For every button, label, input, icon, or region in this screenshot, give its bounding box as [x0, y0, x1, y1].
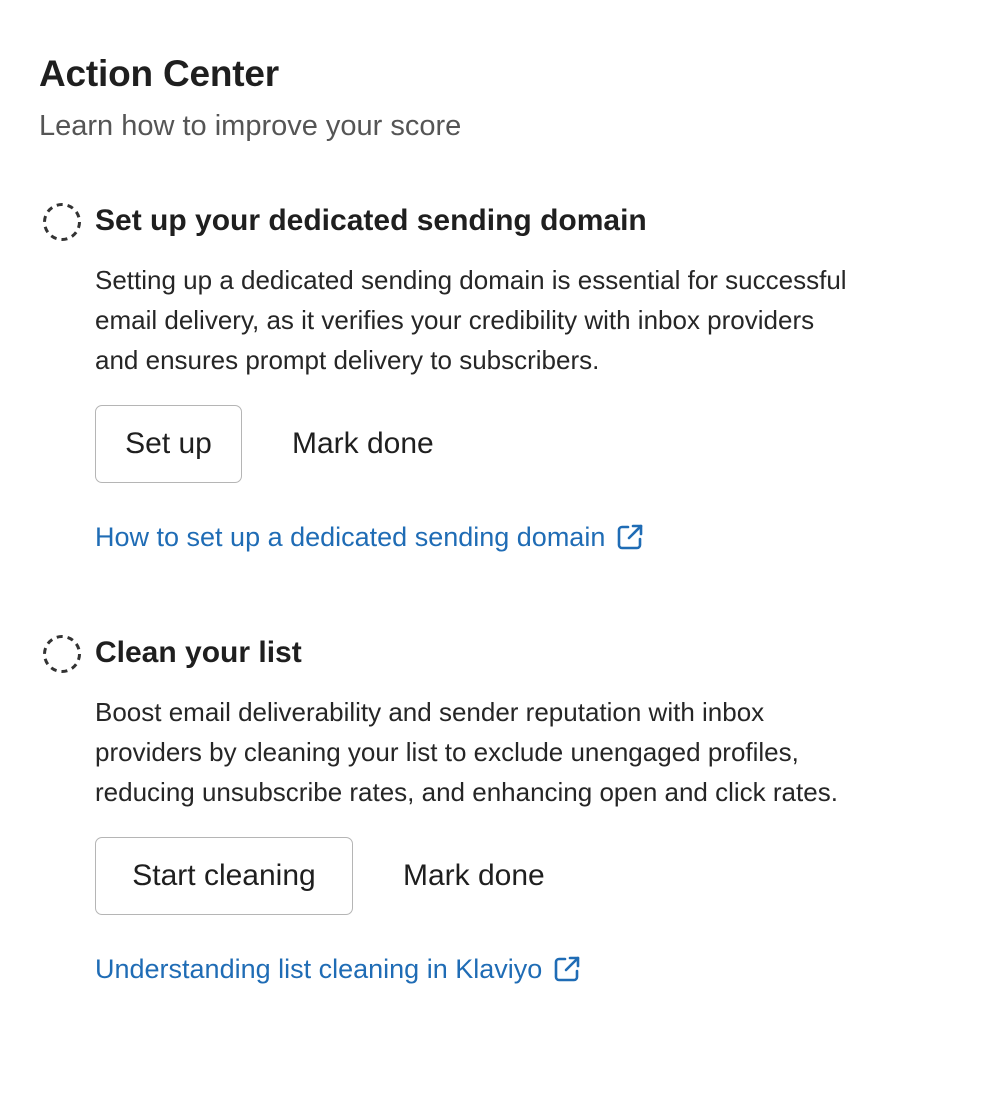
mark-done-button[interactable]: Mark done: [403, 837, 545, 915]
task-description: Setting up a dedicated sending domain is…: [95, 260, 955, 380]
task-description-line: and ensures prompt delivery to subscribe…: [95, 345, 600, 375]
task-title: Set up your dedicated sending domain: [95, 204, 647, 237]
task-description-line: Setting up a dedicated sending domain is…: [95, 265, 847, 295]
task-title: Clean your list: [95, 636, 302, 669]
external-link-icon: [618, 524, 643, 550]
dashed-circle-icon: [43, 203, 81, 241]
task-description-line: Boost email deliverability and sender re…: [95, 697, 765, 727]
task-description-line: email delivery, as it verifies your cred…: [95, 305, 815, 335]
dashed-circle-icon: [43, 635, 81, 673]
external-link-icon: [554, 956, 580, 982]
help-link-label: Understanding list cleaning in Klaviyo: [95, 954, 543, 984]
mark-done-button[interactable]: Mark done: [292, 405, 434, 483]
help-link-label: How to set up a dedicated sending domain: [95, 522, 606, 552]
task-description-line: reducing unsubscribe rates, and enhancin…: [95, 777, 838, 807]
task-description: Boost email deliverability and sender re…: [95, 692, 955, 812]
page-subtitle: Learn how to improve your score: [39, 110, 462, 142]
help-link-list-cleaning[interactable]: Understanding list cleaning in Klaviyo: [95, 949, 582, 989]
start-cleaning-button[interactable]: Start cleaning: [95, 837, 353, 915]
set-up-button[interactable]: Set up: [95, 405, 242, 483]
page-title: Action Center: [39, 53, 279, 94]
task-description-line: providers by cleaning your list to exclu…: [95, 737, 799, 767]
action-center-panel: Action Center Learn how to improve your …: [0, 0, 986, 1110]
help-link-sending-domain[interactable]: How to set up a dedicated sending domain: [95, 517, 645, 557]
